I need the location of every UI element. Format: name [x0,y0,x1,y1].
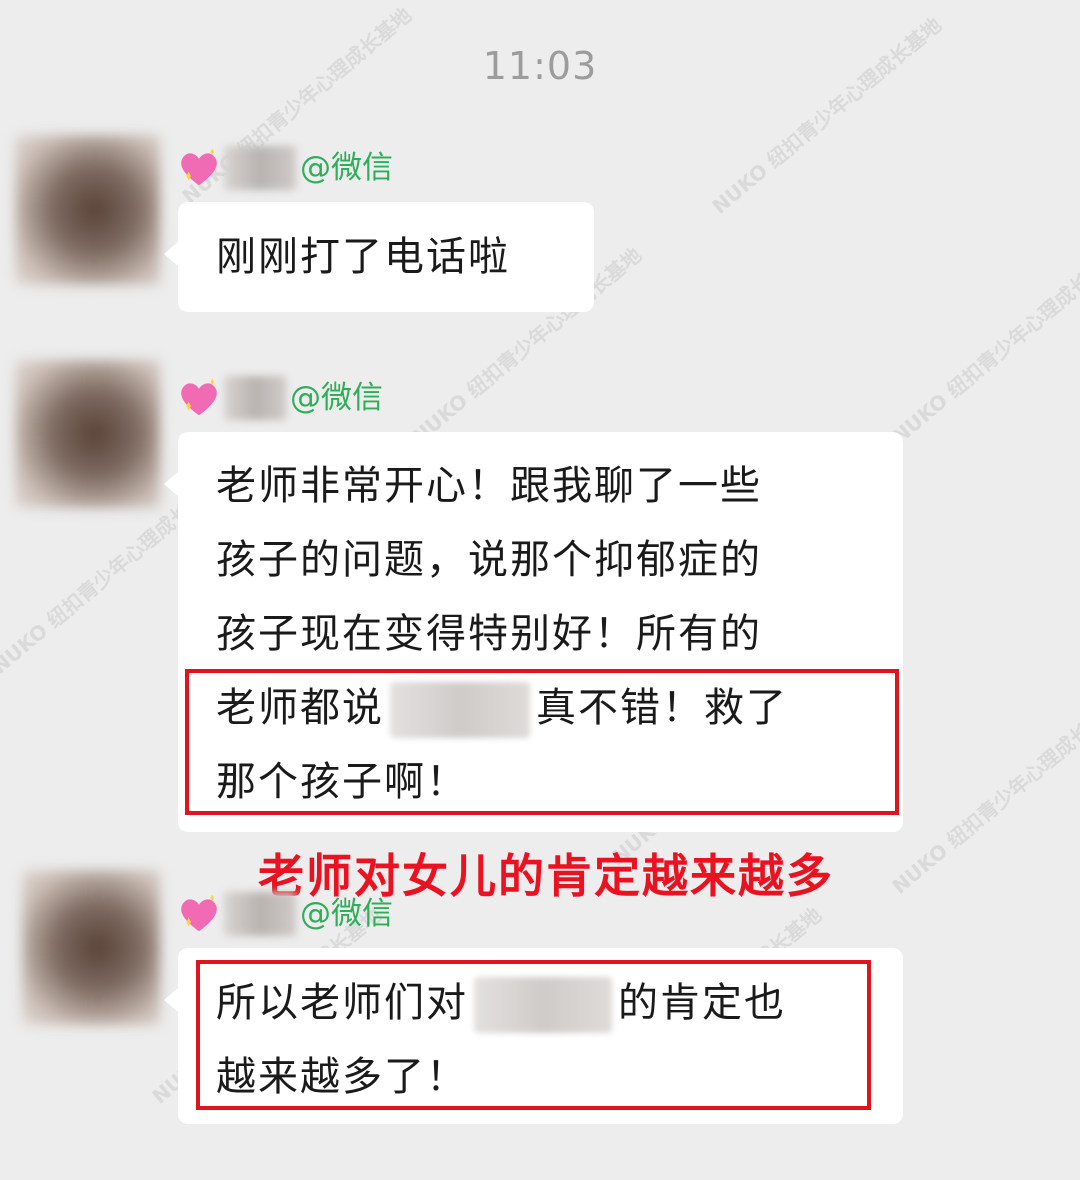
highlight-box [196,960,871,1110]
sender-name-blurred [224,146,296,190]
sender-name-blurred [224,376,286,420]
sparkling-heart-icon [181,378,217,416]
sparkling-heart-icon [181,894,217,932]
wechat-tag: @微信 [300,896,393,932]
avatar[interactable] [15,135,160,285]
wechat-tag: @微信 [290,380,383,416]
message-text: 老师非常开心！跟我聊了一些 [216,463,762,509]
sparkling-heart-icon [181,148,217,186]
message-bubble[interactable]: 刚刚打了电话啦 [164,202,594,312]
message-text: 孩子现在变得特别好！所有的 [216,611,762,657]
message-text: 孩子的问题，说那个抑郁症的 [216,537,762,583]
watermark: NUKO 纽扣青少年心理成长基地 [887,692,1080,899]
avatar[interactable] [22,870,160,1025]
watermark: NUKO 纽扣青少年心理成长基地 [707,12,947,219]
avatar[interactable] [15,360,160,508]
timestamp: 11:03 [482,44,598,88]
sender-name[interactable]: @微信 [176,889,393,939]
sender-name-blurred [224,892,296,936]
watermark: NUKO 纽扣青少年心理成长基地 [887,242,1080,449]
message-text: 刚刚打了电话啦 [216,234,510,280]
sender-name[interactable]: @微信 [176,143,393,193]
wechat-tag: @微信 [300,150,393,186]
highlight-box [185,669,899,815]
sender-name[interactable]: @微信 [176,373,383,423]
